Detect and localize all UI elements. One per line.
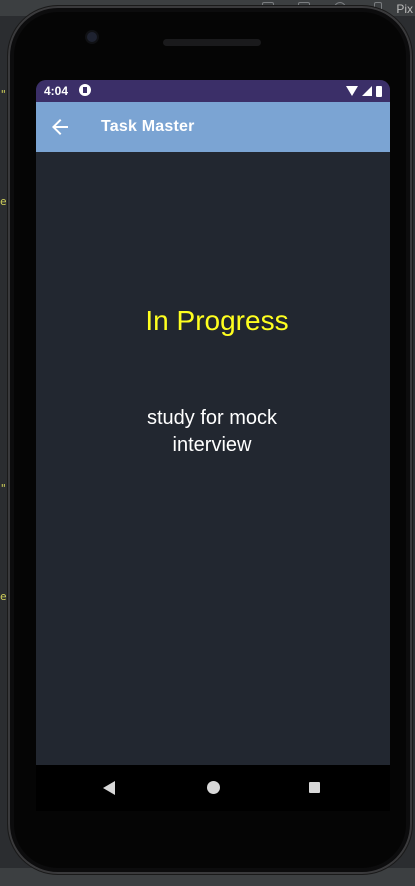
device-screen: 4:04 Task Master In Progress study for m… [36, 80, 390, 765]
signal-icon [362, 86, 372, 96]
app-notification-icon [79, 84, 91, 96]
task-title: study for mock interview [146, 407, 278, 456]
status-icons [346, 84, 382, 98]
status-bar: 4:04 [36, 80, 390, 102]
wifi-icon [346, 86, 358, 96]
arrow-back-icon[interactable] [48, 115, 72, 139]
front-camera [87, 32, 97, 42]
task-state: In Progress [145, 305, 289, 336]
navigation-bar [36, 765, 390, 811]
device-label[interactable]: Pix [396, 2, 413, 16]
battery-icon [376, 85, 382, 97]
triangle-back-icon[interactable] [103, 781, 115, 795]
app-title: Task Master [101, 118, 195, 135]
status-time: 4:04 [44, 84, 69, 98]
earpiece-speaker [163, 39, 261, 46]
circle-home-icon[interactable] [207, 781, 220, 794]
code-fragment: " [0, 88, 7, 101]
square-recents-icon[interactable] [309, 782, 320, 793]
code-fragment: " [0, 482, 7, 495]
app-bar: Task Master [36, 102, 390, 152]
